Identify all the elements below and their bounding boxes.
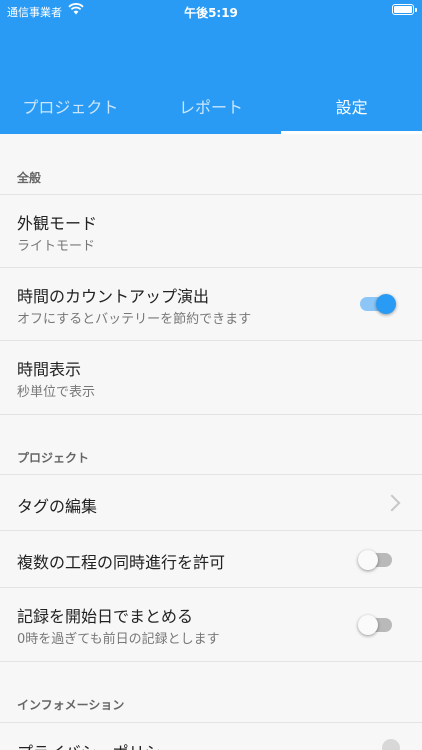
- start-date-toggle[interactable]: [358, 615, 392, 635]
- chevron-right-icon: [383, 494, 401, 512]
- clock: 午後5:19: [184, 6, 238, 20]
- parallel-title: 複数の工程の同時進行を許可: [17, 553, 226, 572]
- tab-bar: プロジェクト レポート 設定: [0, 88, 422, 134]
- active-tab-indicator: [281, 131, 422, 134]
- section-info-header: インフォメーション: [17, 698, 125, 712]
- time-display-value: 秒単位で表示: [17, 385, 96, 400]
- parallel-toggle[interactable]: [358, 550, 392, 570]
- tag-edit-row[interactable]: タグの編集: [0, 474, 422, 531]
- app-header: 通信事業者 午後5:19 プロジェクト レポート 設定: [0, 0, 422, 134]
- parallel-row: 複数の工程の同時進行を許可: [0, 531, 422, 588]
- tag-edit-title: タグの編集: [17, 497, 98, 516]
- toggle-knob: [358, 550, 378, 570]
- countup-title: 時間のカウントアップ演出: [17, 287, 210, 306]
- start-date-row: 記録を開始日でまとめる 0時を過ぎても前日の記録とします: [0, 588, 422, 662]
- countup-toggle[interactable]: [360, 294, 396, 314]
- status-bar: 通信事業者 午後5:19: [0, 0, 422, 22]
- countup-row: 時間のカウントアップ演出 オフにするとバッテリーを節約できます: [0, 268, 422, 341]
- tab-project[interactable]: プロジェクト: [0, 88, 141, 134]
- section-project-header: プロジェクト: [17, 451, 90, 465]
- privacy-policy-row[interactable]: プライバシーポリシー: [0, 722, 422, 750]
- start-date-title: 記録を開始日でまとめる: [17, 607, 194, 626]
- countup-subtitle: オフにするとバッテリーを節約できます: [17, 312, 252, 327]
- tab-settings[interactable]: 設定: [281, 88, 422, 134]
- battery-icon: [392, 4, 417, 15]
- time-display-row[interactable]: 時間表示 秒単位で表示: [0, 341, 422, 415]
- toggle-knob: [358, 615, 378, 635]
- tab-report[interactable]: レポート: [141, 88, 282, 134]
- toggle-knob: [376, 294, 396, 314]
- section-general-header: 全般: [17, 171, 42, 185]
- start-date-subtitle: 0時を過ぎても前日の記録とします: [17, 632, 220, 647]
- external-link-icon: [382, 739, 400, 750]
- privacy-policy-title: プライバシーポリシー: [17, 739, 177, 750]
- appearance-mode-row[interactable]: 外観モード ライトモード: [0, 194, 422, 268]
- time-display-title: 時間表示: [17, 360, 82, 379]
- appearance-mode-title: 外観モード: [17, 214, 98, 233]
- appearance-mode-value: ライトモード: [17, 239, 96, 254]
